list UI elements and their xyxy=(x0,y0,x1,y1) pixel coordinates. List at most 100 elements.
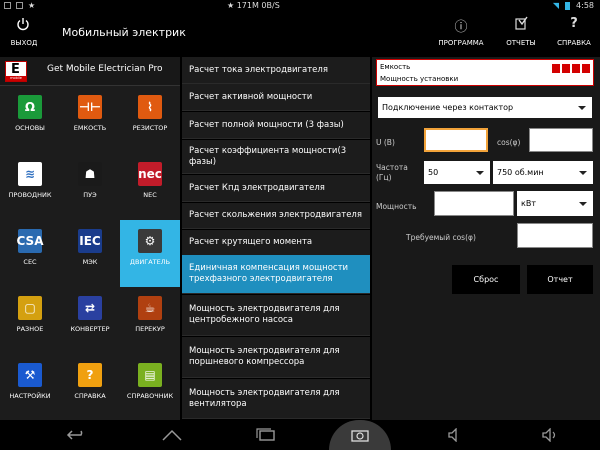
volume-down-icon[interactable] xyxy=(447,428,465,442)
navigation-bar xyxy=(0,420,600,450)
brand-title: Get Mobile Electrician Pro xyxy=(47,64,163,74)
volume-up-icon[interactable] xyxy=(541,428,559,442)
tile-label: НАСТРОЙКИ xyxy=(9,392,51,400)
connection-select[interactable]: Подключение через контактор xyxy=(378,97,592,118)
motor-icon: ⚙ xyxy=(138,229,162,253)
tile-resistor[interactable]: ⌇ РЕЗИСТОР xyxy=(120,86,180,153)
nec-icon: nec xyxy=(138,162,162,186)
voltage-input-field[interactable] xyxy=(426,132,486,153)
reports-button[interactable]: ОТЧЕТЫ xyxy=(500,12,542,54)
rpm-select[interactable]: 750 об.мин xyxy=(493,161,593,184)
tile-basics[interactable]: Ω ОСНОВЫ xyxy=(0,86,60,153)
calculation-item[interactable]: Единичная компенсация мощности трехфазно… xyxy=(182,255,370,294)
tile-label: МЭК xyxy=(82,258,98,266)
chevron-down-icon xyxy=(579,201,587,206)
tile-cec[interactable]: CSA CEC xyxy=(0,220,60,287)
chevron-down-icon xyxy=(476,170,484,175)
help-button[interactable]: ? СПРАВКА xyxy=(552,12,596,54)
tile-label: ПУЭ xyxy=(83,191,97,199)
required-cos-label: Требуемый cos(φ) xyxy=(406,233,476,242)
break-icon: ☕ xyxy=(138,296,162,320)
back-icon[interactable] xyxy=(66,428,88,442)
tile-label: КОНВЕРТЕР xyxy=(70,325,110,333)
settings-icon: ⚒ xyxy=(18,363,42,387)
calculation-item[interactable]: Расчет тока электродвигателя xyxy=(182,57,370,84)
network-speed: ★ 171M 0B/S xyxy=(227,1,280,10)
calculation-item[interactable]: Расчет Кпд электродвигателя xyxy=(182,175,370,202)
tile-label: ПРОВОДНИК xyxy=(8,191,52,199)
wifi-icon: ◥ xyxy=(552,1,560,10)
cos-phi-label: cos(φ) xyxy=(497,138,521,147)
usb-icon xyxy=(4,2,11,9)
iec-icon: IEC xyxy=(78,229,102,253)
tile-converter[interactable]: ⇄ КОНВЕРТЕР xyxy=(60,287,120,354)
cos-phi-input-field[interactable] xyxy=(530,130,592,153)
brand-logo-strip: mobile xyxy=(6,76,26,81)
star-icon: ★ xyxy=(28,1,36,10)
power-input-field[interactable] xyxy=(435,193,513,216)
cec-icon: CSA xyxy=(17,229,43,253)
required-cos-input[interactable] xyxy=(517,223,593,248)
tile-break[interactable]: ☕ ПЕРЕКУР xyxy=(120,287,180,354)
required-cos-input-field[interactable] xyxy=(518,225,592,248)
brand-header: E mobile Get Mobile Electrician Pro xyxy=(0,57,180,86)
chevron-down-icon xyxy=(579,170,587,175)
calculation-item[interactable]: Расчет активной мощности xyxy=(182,84,370,111)
clock: 4:58 xyxy=(576,1,594,10)
calculation-item[interactable]: Расчет крутящего момента xyxy=(182,230,370,256)
info-icon: ⓘ xyxy=(454,20,468,35)
notice-capacity-label: Емкость xyxy=(380,63,411,71)
tile-reference[interactable]: ▤ СПРАВОЧНИК xyxy=(120,354,180,421)
exit-label: ВЫХОД xyxy=(10,39,38,47)
help-label: СПРАВКА xyxy=(557,39,591,47)
tile-settings[interactable]: ⚒ НАСТРОЙКИ xyxy=(0,354,60,421)
tile-iec[interactable]: IEC МЭК xyxy=(60,220,120,287)
frequency-select[interactable]: 50 xyxy=(424,161,490,184)
conductor-icon: ≋ xyxy=(18,162,42,186)
tile-help[interactable]: ? СПРАВКА xyxy=(60,354,120,421)
power-unit-select[interactable]: кВт xyxy=(517,191,593,216)
voltage-input[interactable] xyxy=(424,128,488,153)
converter-icon: ⇄ xyxy=(78,296,102,320)
cos-phi-input[interactable] xyxy=(529,128,593,153)
capacity-icon: ⊣⊢ xyxy=(78,95,102,119)
report-check-icon xyxy=(515,16,528,30)
home-icon[interactable] xyxy=(161,428,183,442)
chevron-down-icon xyxy=(578,105,586,110)
calculation-item[interactable]: Расчет скольжения электродвигателя xyxy=(182,203,370,229)
tile-label: ПЕРЕКУР xyxy=(135,325,165,333)
tile-conductor[interactable]: ≋ ПРОВОДНИК xyxy=(0,153,60,220)
tile-misc[interactable]: ▢ РАЗНОЕ xyxy=(0,287,60,354)
recent-apps-icon[interactable] xyxy=(255,428,277,442)
voltage-label: U (В) xyxy=(376,138,395,147)
image-icon xyxy=(16,2,23,9)
tile-label: ОСНОВЫ xyxy=(15,124,45,132)
calculation-form: Емкость Мощность установки Подключение ч… xyxy=(372,57,600,420)
report-button[interactable]: Отчет xyxy=(527,265,593,294)
tile-nec[interactable]: nec NEC xyxy=(120,153,180,220)
calculation-item[interactable]: Расчет полной мощности (3 фазы) xyxy=(182,112,370,139)
status-bar: ★ ★ 171M 0B/S ◥ 4:58 xyxy=(0,0,600,12)
tile-label: CEC xyxy=(23,258,37,266)
tile-capacity[interactable]: ⊣⊢ ЕМКОСТЬ xyxy=(60,86,120,153)
result-indicator xyxy=(552,64,590,73)
exit-button[interactable]: ВЫХОД xyxy=(0,12,48,54)
category-panel: E mobile Get Mobile Electrician Pro Ω ОСН… xyxy=(0,57,180,420)
app-title: Мобильный электрик xyxy=(62,26,186,39)
screenshot-button[interactable] xyxy=(329,420,391,450)
calculation-item[interactable]: Расчет коэффициента мощности(3 фазы) xyxy=(182,140,370,174)
tile-label: РАЗНОЕ xyxy=(16,325,44,333)
program-button[interactable]: ⓘ ПРОГРАММА xyxy=(434,12,488,54)
battery-icon xyxy=(565,1,571,10)
power-input[interactable] xyxy=(434,191,514,216)
calculation-item[interactable]: Мощность электродвигателя для поршневого… xyxy=(182,337,370,378)
calculation-item[interactable]: Мощность электродвигателя для вентилятор… xyxy=(182,379,370,419)
power-label: Мощность xyxy=(376,202,417,211)
reset-button[interactable]: Сброс xyxy=(452,265,520,294)
tile-motor[interactable]: ⚙ ДВИГАТЕЛЬ xyxy=(120,220,180,287)
calculation-list: Расчет тока электродвигателя Расчет актив… xyxy=(182,57,370,420)
calculation-item[interactable]: Мощность электродвигателя для центробежн… xyxy=(182,295,370,336)
reports-label: ОТЧЕТЫ xyxy=(506,39,536,47)
tile-pue[interactable]: ☗ ПУЭ xyxy=(60,153,120,220)
question-icon: ? xyxy=(570,16,578,31)
